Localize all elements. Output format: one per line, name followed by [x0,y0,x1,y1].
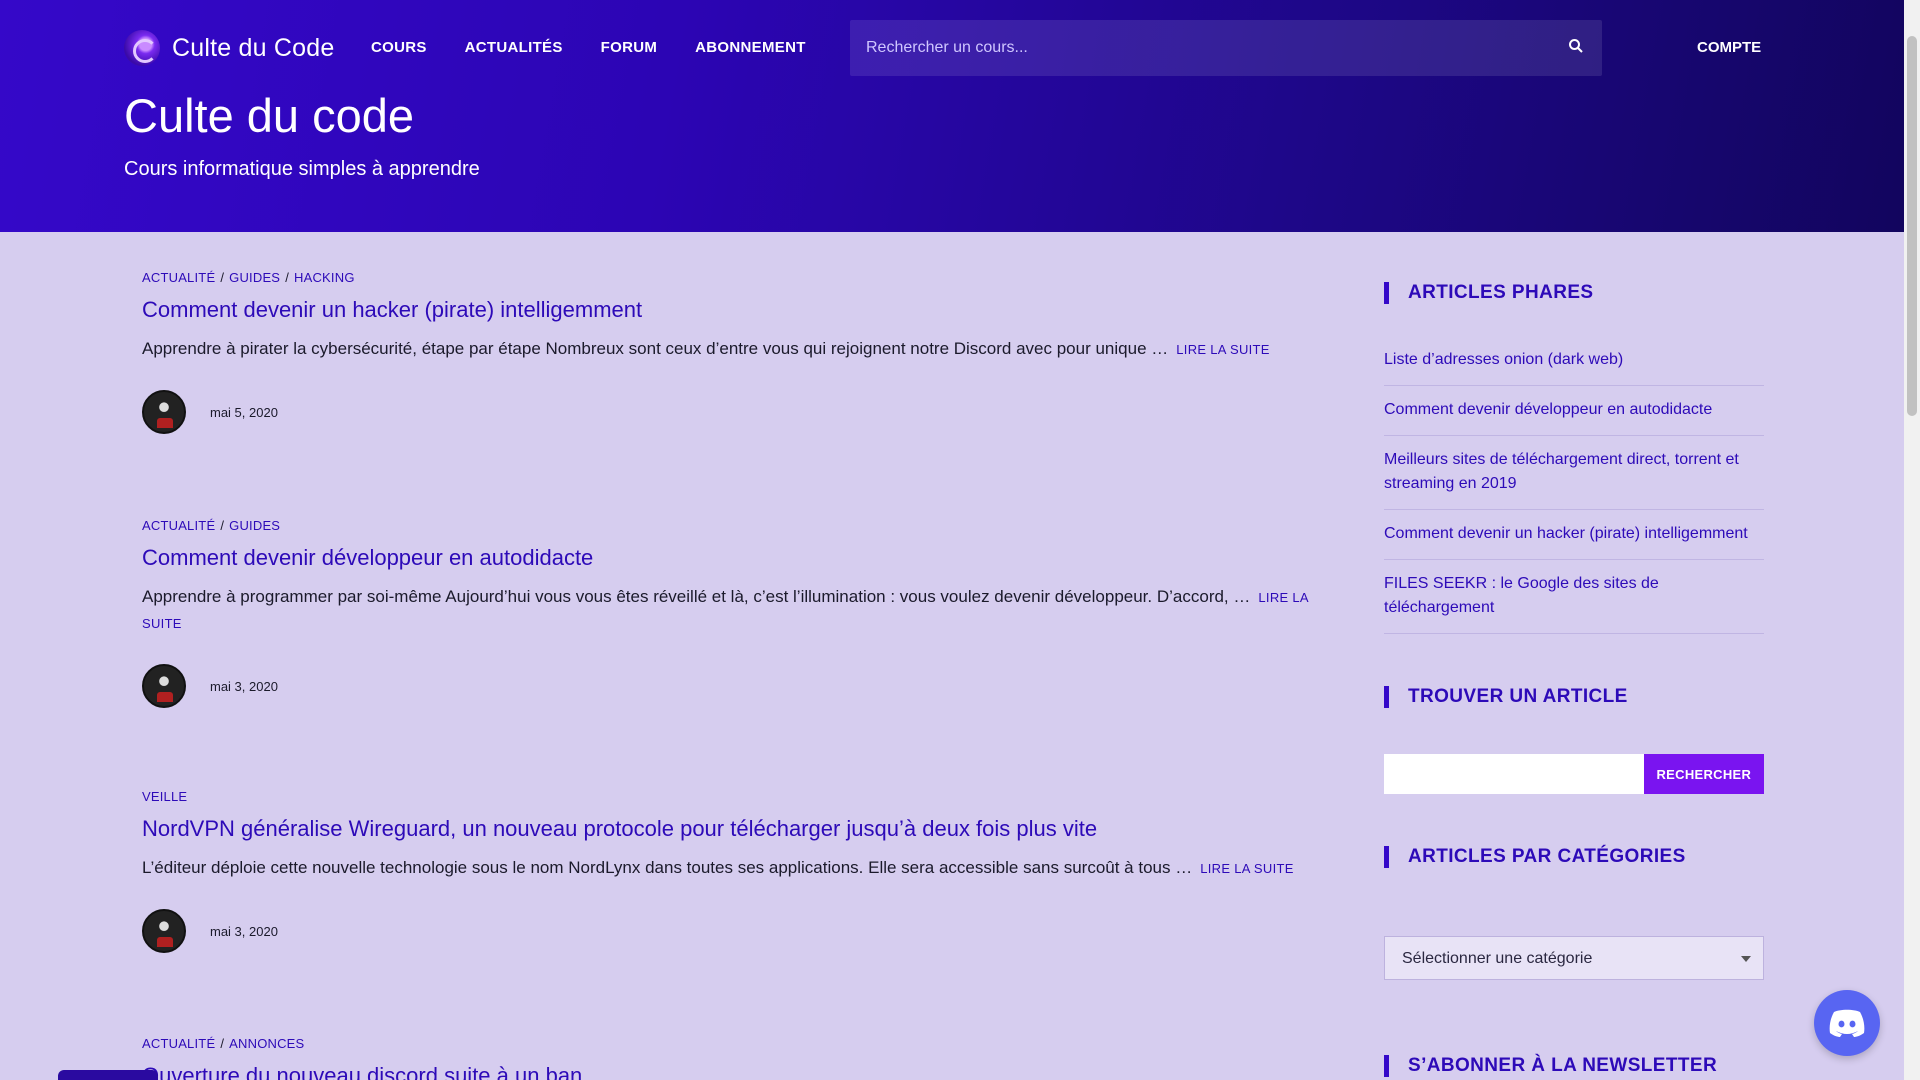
article-excerpt: Apprendre à pirater la cybersécurité, ét… [142,336,1322,362]
excerpt-text: Apprendre à programmer par soi-même Aujo… [142,587,1251,606]
article-categories: ACTUALITÉ / GUIDES / HACKING [142,270,355,285]
read-more-link[interactable]: LIRE LA SUITE [1200,861,1294,876]
featured-article-link[interactable]: Meilleurs sites de téléchargement direct… [1384,451,1739,492]
author-avatar[interactable] [142,664,186,708]
nav-item-forum[interactable]: FORUM [601,39,658,56]
article-date: mai 3, 2020 [210,923,278,939]
featured-article-link[interactable]: Comment devenir développeur en autodidac… [1384,401,1712,418]
logo-text: Culte du Code [172,33,335,62]
nav-item-actualites[interactable]: ACTUALITÉS [465,39,563,56]
excerpt-text: L’éditeur déploie cette nouvelle technol… [142,858,1193,877]
list-item: Comment devenir un hacker (pirate) intel… [1384,510,1764,560]
featured-articles-list: Liste d’adresses onion (dark web) Commen… [1384,348,1764,634]
category-link[interactable]: VEILLE [142,789,187,804]
search-icon[interactable] [1568,38,1584,54]
category-select[interactable]: Sélectionner une catégorie [1384,936,1764,980]
featured-article-link[interactable]: Comment devenir un hacker (pirate) intel… [1384,525,1748,542]
excerpt-text: Apprendre à pirater la cybersécurité, ét… [142,339,1169,358]
article-card: ACTUALITÉ / ANNONCES Ouverture du nouveau … [142,1036,1322,1080]
article-search-form: RECHERCHER [1384,754,1764,794]
nav-item-cours[interactable]: COURS [371,39,427,56]
article-categories: ACTUALITÉ / ANNONCES [142,1036,305,1051]
course-search-input[interactable] [866,20,1546,76]
article-meta: mai 3, 2020 [142,909,1322,953]
categories-title: ARTICLES PAR CATÉGORIES [1384,846,1764,868]
site-title: Culte du code [124,89,415,142]
scrollbar-thumb[interactable] [1907,36,1917,416]
category-link[interactable]: ACTUALITÉ [142,270,215,285]
featured-article-link[interactable]: FILES SEEKR : le Google des sites de tél… [1384,575,1659,616]
category-link[interactable]: HACKING [294,270,355,285]
account-link[interactable]: COMPTE [1697,39,1761,56]
category-link[interactable]: ACTUALITÉ [142,518,215,533]
article-card: VEILLE NordVPN généralise Wireguard, un … [142,789,1322,953]
article-title[interactable]: NordVPN généralise Wireguard, un nouveau… [142,816,1322,842]
list-item: Liste d’adresses onion (dark web) [1384,348,1764,386]
find-article-title: TROUVER UN ARTICLE [1384,686,1764,708]
article-excerpt: L’éditeur déploie cette nouvelle technol… [142,855,1322,881]
article-date: mai 3, 2020 [210,678,278,694]
course-search-box [850,20,1602,76]
article-title[interactable]: Comment devenir développeur en autodidac… [142,545,1322,571]
article-card: ACTUALITÉ / GUIDES Comment devenir dévelop… [142,518,1322,708]
site-logo[interactable]: Culte du Code [124,30,334,66]
site-header: Culte du Code COURS ACTUALITÉS FORUM ABO… [0,0,1904,232]
site-tagline: Cours informatique simples à apprendre [124,158,480,180]
category-link[interactable]: ACTUALITÉ [142,1036,215,1051]
category-link[interactable]: GUIDES [229,518,280,533]
discord-icon [1829,1009,1865,1037]
list-item: FILES SEEKR : le Google des sites de tél… [1384,560,1764,634]
featured-articles-title: ARTICLES PHARES [1384,282,1764,304]
article-meta: mai 5, 2020 [142,390,1322,434]
list-item: Meilleurs sites de téléchargement direct… [1384,436,1764,510]
main-nav: COURS ACTUALITÉS FORUM ABONNEMENT [371,39,806,56]
category-link[interactable]: GUIDES [229,270,280,285]
page-scrollbar[interactable] [1904,0,1920,1080]
author-avatar[interactable] [142,909,186,953]
chevron-down-icon [1741,956,1751,962]
article-card: ACTUALITÉ / GUIDES / HACKING Comment devenir… [142,270,1322,434]
featured-article-link[interactable]: Liste d’adresses onion (dark web) [1384,351,1623,368]
category-link[interactable]: ANNONCES [229,1036,304,1051]
article-categories: ACTUALITÉ / GUIDES [142,518,281,533]
article-title[interactable]: Comment devenir un hacker (pirate) intel… [142,297,1322,323]
article-categories: VEILLE [142,789,1322,804]
bottom-floating-tab[interactable] [58,1070,158,1080]
list-item: Comment devenir développeur en autodidac… [1384,386,1764,436]
nav-item-abonnement[interactable]: ABONNEMENT [695,39,806,56]
newsletter-title: S’ABONNER À LA NEWSLETTER [1384,1055,1764,1077]
article-search-input[interactable] [1384,754,1644,794]
article-title[interactable]: Ouverture du nouveau discord suite à un … [142,1063,1322,1080]
search-button[interactable]: RECHERCHER [1643,754,1764,794]
sidebar: ARTICLES PHARES Liste d’adresses onion (… [1384,282,1764,1077]
author-avatar[interactable] [142,390,186,434]
logo-icon [124,30,160,66]
category-select-value: Sélectionner une catégorie [1402,950,1593,967]
discord-button[interactable] [1814,990,1880,1056]
article-date: mai 5, 2020 [210,404,278,420]
read-more-link[interactable]: LIRE LA SUITE [1176,342,1270,357]
article-excerpt: Apprendre à programmer par soi-même Aujo… [142,584,1322,636]
article-meta: mai 3, 2020 [142,664,1322,708]
